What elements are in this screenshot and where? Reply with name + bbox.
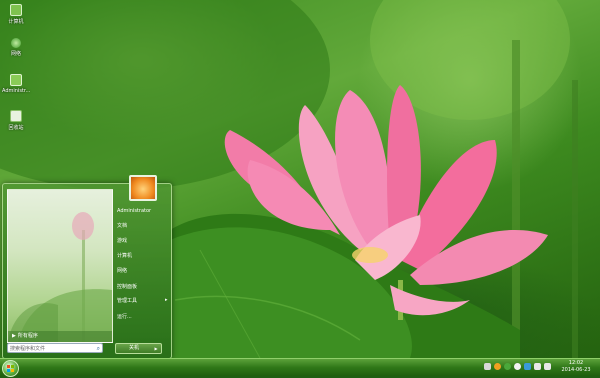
computer-icon xyxy=(10,4,22,16)
menu-item-computer[interactable]: 计算机 xyxy=(117,252,132,259)
desktop-icon-label: 计算机 xyxy=(8,19,24,25)
search-input[interactable]: 搜索程序和文件 ⌕ xyxy=(7,343,103,353)
desktop-icon-label: Administr... xyxy=(2,88,31,94)
menu-item-network[interactable]: 网络 xyxy=(117,267,127,274)
start-button[interactable] xyxy=(2,360,19,377)
desktop-icon-administrator[interactable]: Administr... xyxy=(2,74,30,94)
desktop-icon-recycle-bin[interactable]: 回收站 xyxy=(2,110,30,131)
monitor-icon[interactable] xyxy=(524,363,531,370)
chevron-right-icon: ▶ xyxy=(154,346,158,351)
windows-logo-icon xyxy=(7,365,14,372)
network-tray-icon[interactable] xyxy=(534,363,541,370)
desktop-icon-computer[interactable]: 计算机 xyxy=(2,4,30,25)
menu-item-run[interactable]: 运行... xyxy=(117,313,132,320)
tray-arrow-icon[interactable] xyxy=(484,363,491,370)
sync-icon[interactable] xyxy=(504,363,511,370)
shutdown-button[interactable]: 关机 xyxy=(115,343,153,354)
desktop-icon-label: 回收站 xyxy=(8,125,24,131)
security-icon[interactable] xyxy=(494,363,501,370)
clock-time: 12:02 xyxy=(568,360,584,366)
all-programs-button[interactable]: ▶ 所有程序 xyxy=(8,331,112,342)
menu-item-games[interactable]: 游戏 xyxy=(117,237,127,244)
avatar[interactable] xyxy=(129,175,157,201)
menu-item-administrator[interactable]: Administrator xyxy=(117,208,151,214)
lotus-bud-image xyxy=(8,212,112,342)
all-programs-label: 所有程序 xyxy=(17,333,38,339)
menu-item-admin-tools[interactable]: 管理工具 ▸ xyxy=(117,297,168,304)
taskbar: 12:02 2014-06-23 xyxy=(0,358,600,377)
programs-pane: ▶ 所有程序 xyxy=(7,189,113,343)
search-icon: ⌕ xyxy=(96,345,100,352)
network-icon xyxy=(11,38,21,48)
user-folder-icon xyxy=(10,74,22,86)
desktop-icon-network[interactable]: 网络 xyxy=(2,38,30,57)
menu-item-documents[interactable]: 文档 xyxy=(117,222,127,229)
start-menu: ▶ 所有程序 搜索程序和文件 ⌕ Administrator 文档 游戏 计算机 … xyxy=(2,175,172,359)
shutdown-options-button[interactable]: ▶ xyxy=(151,343,162,354)
search-placeholder: 搜索程序和文件 xyxy=(10,346,46,352)
volume-icon[interactable] xyxy=(544,363,551,370)
clock-date: 2014-06-23 xyxy=(561,367,591,373)
system-clock[interactable]: 12:02 2014-06-23 xyxy=(556,360,596,374)
menu-item-control-panel[interactable]: 控制面板 xyxy=(117,283,137,290)
recycle-bin-icon xyxy=(10,110,22,122)
submenu-arrow-icon: ▸ xyxy=(165,297,168,303)
arrow-right-icon: ▶ xyxy=(12,333,16,339)
clock-tray-icon[interactable] xyxy=(514,363,521,370)
desktop-icon-label: 网络 xyxy=(10,51,21,57)
